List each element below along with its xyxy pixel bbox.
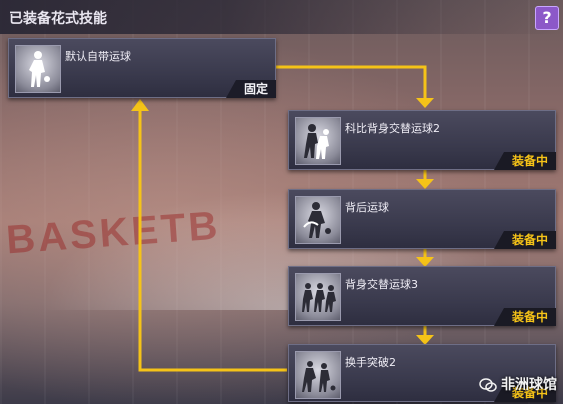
skill-name: 换手突破2 xyxy=(345,356,396,369)
skill-name: 背身交替运球3 xyxy=(345,278,418,291)
default-dribble-icon xyxy=(15,45,61,93)
equipped-badge: 装备中 xyxy=(493,308,556,326)
skill-card-1[interactable]: 科比背身交替运球2 装备中 xyxy=(288,110,556,170)
arrow-default-to-first xyxy=(276,65,427,98)
behind-back-dribble-icon xyxy=(295,196,341,244)
skill-name: 科比背身交替运球2 xyxy=(345,122,440,135)
arrowhead-up xyxy=(131,99,149,111)
skill-card-default[interactable]: 默认自带运球 固定 xyxy=(8,38,276,98)
crossover-drive-icon xyxy=(295,351,341,399)
back-alternate-dribble-icon xyxy=(295,273,341,321)
equipped-badge: 装备中 xyxy=(493,231,556,249)
watermark: 非洲球馆 xyxy=(479,374,557,394)
skill-card-3[interactable]: 背身交替运球3 装备中 xyxy=(288,266,556,326)
skill-name: 背后运球 xyxy=(345,201,389,214)
skill-card-2[interactable]: 背后运球 装备中 xyxy=(288,189,556,249)
arrowhead-down-2 xyxy=(416,179,434,189)
kobe-back-dribble-icon xyxy=(295,117,341,165)
arrow-loop-back xyxy=(138,110,287,372)
fixed-badge: 固定 xyxy=(225,80,276,98)
arrowhead-down-1 xyxy=(416,98,434,108)
wechat-icon xyxy=(479,378,497,392)
watermark-text: 非洲球馆 xyxy=(501,377,557,393)
equipped-badge: 装备中 xyxy=(493,152,556,170)
skill-name: 默认自带运球 xyxy=(65,50,131,63)
